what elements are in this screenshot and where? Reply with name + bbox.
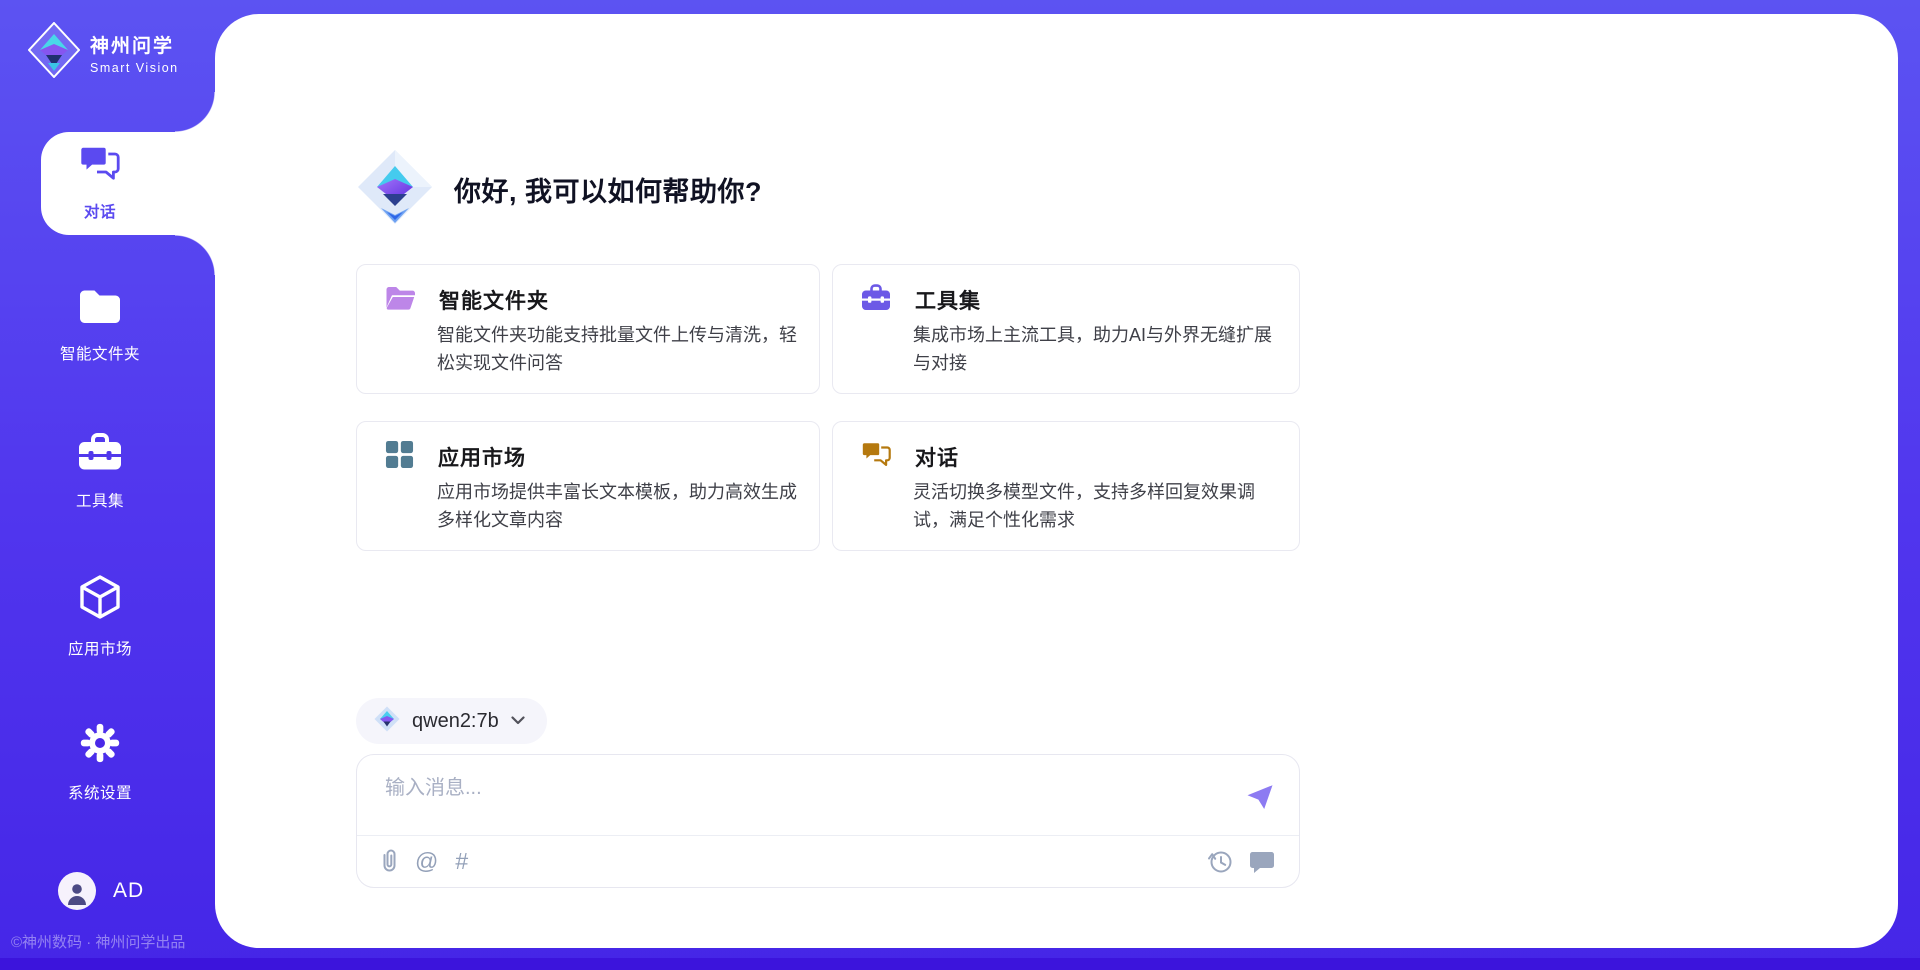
sidebar-item-toolset[interactable]: 工具集 (0, 420, 200, 523)
attachment-icon[interactable] (381, 848, 398, 875)
sidebar-nav: 对话 智能文件夹 工具集 (0, 0, 215, 970)
mention-icon[interactable]: @ (415, 850, 438, 873)
card-description: 灵活切换多模型文件，支持多样回复效果调试，满足个性化需求 (913, 478, 1279, 534)
chat-bubbles-icon (861, 441, 891, 473)
sidebar: 神州问学 Smart Vision 对话 智能文件夹 (0, 0, 215, 970)
briefcase-icon (78, 433, 122, 476)
user-account[interactable]: AD (58, 872, 144, 910)
feature-cards: 智能文件夹 智能文件夹功能支持批量文件上传与清洗，轻松实现文件问答 工具集 集成… (356, 264, 1300, 551)
sidebar-item-label: 工具集 (76, 489, 124, 511)
composer-toolbar: @ # (357, 836, 1299, 887)
briefcase-icon (861, 284, 891, 316)
model-selector[interactable]: qwen2:7b (356, 698, 547, 744)
sidebar-item-label: 应用市场 (68, 637, 132, 659)
card-toolset[interactable]: 工具集 集成市场上主流工具，助力AI与外界无缝扩展与对接 (832, 264, 1300, 394)
horizontal-scrollbar[interactable] (0, 958, 1920, 970)
avatar (58, 872, 96, 910)
card-app-market[interactable]: 应用市场 应用市场提供丰富长文本模板，助力高效生成多样化文章内容 (356, 421, 820, 551)
greeting-section: 你好, 我可以如何帮助你? (356, 148, 762, 231)
folder-icon (78, 289, 122, 329)
cube-icon (79, 575, 121, 624)
sidebar-item-label: 系统设置 (68, 781, 132, 803)
user-initials: AD (113, 879, 144, 903)
chat-bubbles-icon (79, 145, 121, 187)
card-description: 应用市场提供丰富长文本模板，助力高效生成多样化文章内容 (437, 478, 799, 534)
chevron-down-icon (511, 712, 525, 730)
hashtag-icon[interactable]: # (455, 850, 468, 873)
person-icon (66, 881, 88, 910)
card-description: 智能文件夹功能支持批量文件上传与清洗，轻松实现文件问答 (437, 321, 799, 377)
grid-icon (385, 440, 414, 474)
send-icon[interactable] (1245, 783, 1275, 811)
sidebar-item-chat[interactable]: 对话 (0, 132, 200, 235)
model-name: qwen2:7b (412, 710, 499, 733)
sidebar-item-label: 智能文件夹 (60, 342, 140, 364)
chat-bubble-icon[interactable] (1249, 850, 1275, 874)
message-input[interactable] (385, 771, 1205, 829)
sidebar-item-settings[interactable]: 系统设置 (0, 711, 200, 814)
diamond-logo-large-icon (356, 148, 434, 231)
gear-icon (80, 723, 120, 768)
sidebar-item-smart-folder[interactable]: 智能文件夹 (0, 275, 200, 378)
card-title: 对话 (915, 442, 959, 472)
message-composer: @ # (356, 754, 1300, 888)
history-icon[interactable] (1207, 849, 1233, 874)
greeting-title: 你好, 我可以如何帮助你? (454, 170, 762, 209)
card-smart-folder[interactable]: 智能文件夹 智能文件夹功能支持批量文件上传与清洗，轻松实现文件问答 (356, 264, 820, 394)
card-title: 智能文件夹 (439, 285, 549, 315)
card-title: 应用市场 (438, 442, 526, 472)
diamond-logo-small-icon (374, 706, 400, 737)
card-title: 工具集 (915, 285, 981, 315)
copyright-footer: ©神州数码 · 神州问学出品 (11, 931, 216, 952)
card-chat[interactable]: 对话 灵活切换多模型文件，支持多样回复效果调试，满足个性化需求 (832, 421, 1300, 551)
card-description: 集成市场上主流工具，助力AI与外界无缝扩展与对接 (913, 321, 1279, 377)
sidebar-item-app-market[interactable]: 应用市场 (0, 565, 200, 668)
sidebar-item-label: 对话 (84, 200, 116, 222)
folder-open-icon (385, 285, 415, 316)
